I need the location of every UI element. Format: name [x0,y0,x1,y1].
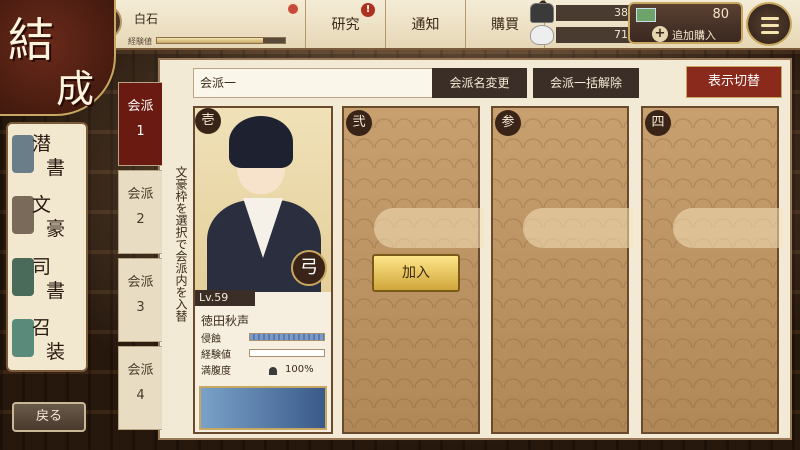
nav-label-2: 書 [46,156,66,179]
tab-label: 会派 [127,275,154,290]
tab-notifications-label: 通知 [411,17,440,33]
nav-label-1: 召 [32,317,52,340]
tab-research-label: 研究 [331,17,360,33]
ink-icon [530,3,554,23]
nav-label-1: 潜 [32,132,52,155]
additional-purchase-button[interactable]: 80 + 追加購入 [628,2,743,44]
tab-label: 会派 [127,99,154,114]
tab-notifications[interactable]: 通知 [385,0,465,48]
book-icon [12,134,34,173]
tab-number: 2 [136,212,145,227]
side-nav: 潜 書 文 豪 司 書 召 装 [6,122,88,372]
tab-label: 会派 [127,187,154,202]
desk-icon [12,257,34,296]
back-button[interactable]: 戻る [12,402,86,432]
tab-number: 4 [136,388,145,403]
player-name: 白石 [134,12,159,26]
toggle-view-button[interactable]: 表示切替 [686,66,782,98]
member-slot-2[interactable]: 弐 加入 [342,106,484,434]
nav-summon[interactable]: 召 装 [12,313,82,365]
dissolve-all-button[interactable]: 会派一括解除 [533,68,639,98]
slot-number-4: 四 [645,110,671,136]
ticket-icon [636,8,656,22]
stat-xp-label: 経験値 [201,350,231,361]
tab-label: 会派 [127,363,154,378]
nav-label-1: 司 [32,255,52,278]
tab-group-3[interactable]: 会派 3 [118,258,162,342]
xp-bar [156,37,286,44]
tab-number: 1 [136,124,145,139]
character-level: Lv.59 [195,290,255,306]
stat-erosion-fill [250,334,324,340]
rice-ball-icon [530,25,554,45]
xp-bar-fill [157,38,264,43]
stat-hunger-value: 100% [285,364,314,375]
stat-xp-bar [249,349,325,357]
character-name: 徳田秋声 [201,314,250,328]
add-member-button[interactable]: 加入 [372,254,460,292]
tab-research[interactable]: 研究 ! [305,0,385,48]
title-char-2: 成 [56,67,95,111]
title-char-1: 結 [8,13,54,67]
stat-erosion-label: 侵蝕 [201,334,221,345]
nav-authors[interactable]: 文 豪 [12,190,82,242]
slot-number-3: 参 [495,110,521,136]
xp-marker-icon [286,2,300,16]
bell-icon [12,319,34,358]
portrait-hair [229,116,293,168]
stat-hunger-label: 満腹度 [201,366,231,377]
top-bar: 階級 79 白石 経験値 研究 ! 通知 購買 会 3897 7134 80 +… [0,0,800,50]
slot-number-2: 弐 [346,110,372,136]
rename-group-button[interactable]: 会派名変更 [432,68,527,98]
xp-label: 経験値 [128,37,152,46]
menu-button[interactable] [746,2,792,46]
weapon-badge: 弓 [291,250,327,286]
nav-label-2: 書 [46,279,66,302]
tab-number: 3 [136,300,145,315]
nav-librarian[interactable]: 司 書 [12,252,82,304]
nav-dive-book[interactable]: 潜 書 [12,129,82,181]
slot-number-1: 壱 [195,108,221,134]
nav-label-2: 装 [46,341,66,364]
tab-group-2[interactable]: 会派 2 [118,170,162,254]
member-slot-3[interactable]: 参 [491,106,633,434]
tab-group-1[interactable]: 会派 1 [118,82,162,166]
ticket-count: 80 [712,7,729,22]
tab-group-4[interactable]: 会派 4 [118,346,162,430]
stat-erosion-bar [249,333,325,341]
instruction-text: 文豪枠を選択で会派内を入替 [174,166,188,322]
tab-shop-label: 購買 [491,17,519,33]
plus-icon: + [652,26,668,42]
pen-icon [12,196,34,235]
equipped-item-thumbnail[interactable] [199,386,327,430]
currency-panel: 3897 7134 [528,2,646,46]
nav-label-1: 文 [32,194,52,217]
menu-icon-line [761,31,779,34]
member-slot-4[interactable]: 四 [641,106,783,434]
rice-ball-icon [269,367,277,375]
nav-label-2: 豪 [46,218,66,241]
menu-icon-line [761,24,779,27]
purchase-label: 追加購入 [672,29,716,42]
member-slot-1[interactable]: 弓 Lv.59 徳田秋声 侵蝕 経験値 満腹度 100% [193,106,333,434]
alert-badge: ! [361,3,375,17]
menu-icon-line [761,17,779,20]
